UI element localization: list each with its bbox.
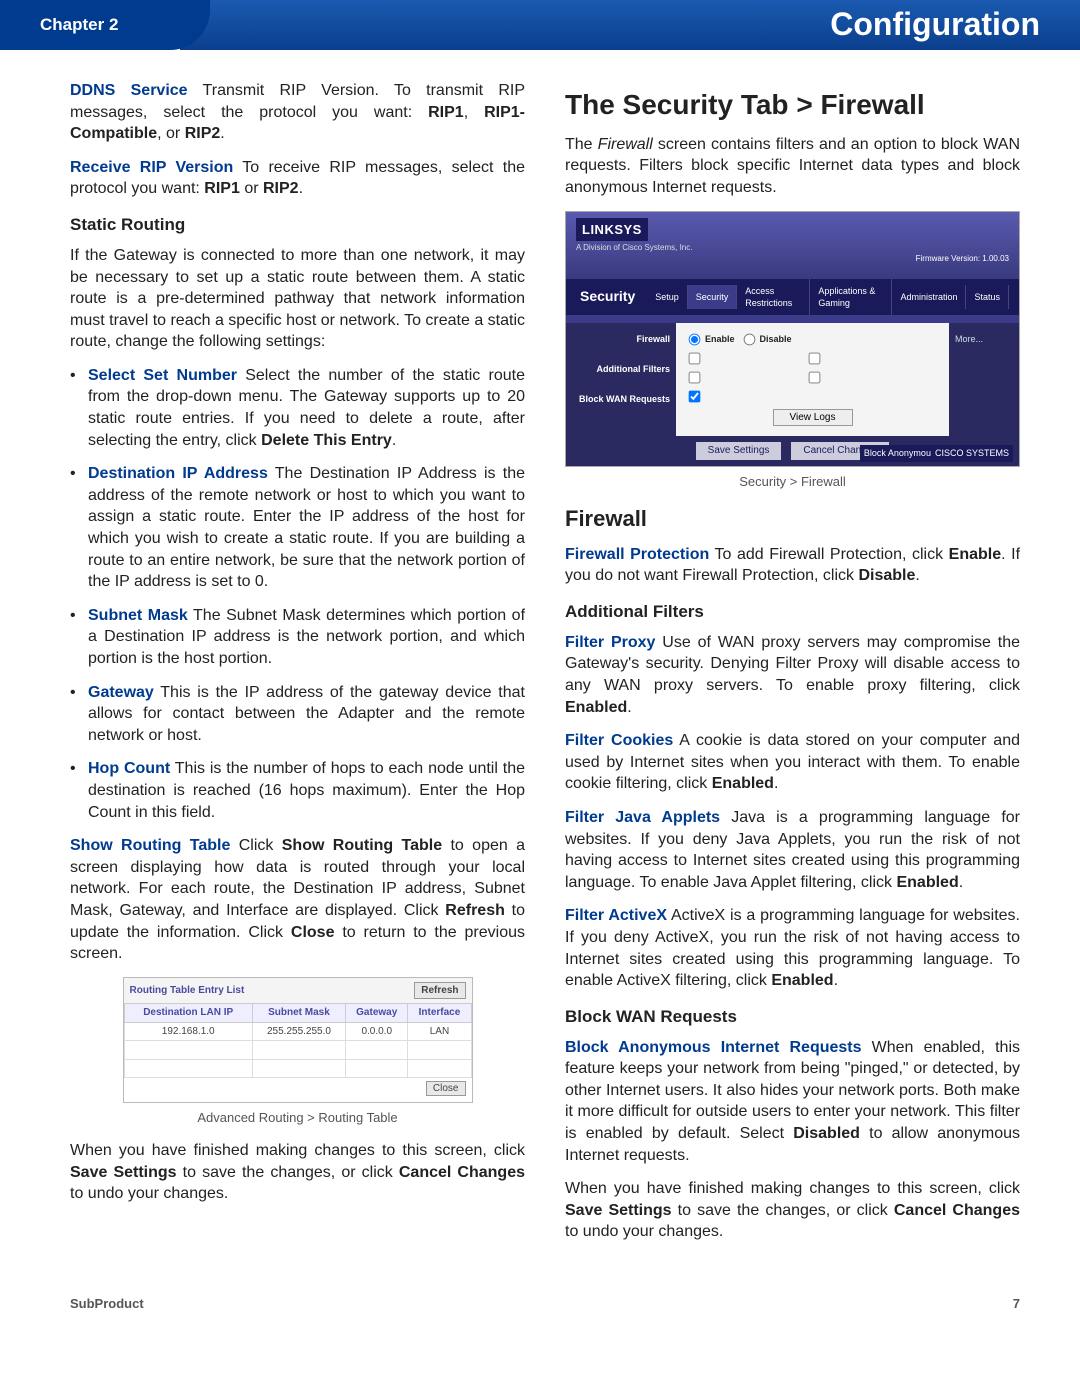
security-figure: LINKSYS A Division of Cisco Systems, Inc…: [565, 211, 1020, 467]
finish-paragraph: When you have finished making changes to…: [70, 1140, 525, 1205]
firewall-heading: Firewall: [565, 504, 1020, 534]
check-filter-cookies[interactable]: Filter Cookies: [808, 352, 920, 365]
filter-cookies-paragraph: Filter Cookies A cookie is data stored o…: [565, 730, 1020, 795]
security-caption: Security > Firewall: [565, 473, 1020, 491]
page-footer: SubProduct 7: [0, 1275, 1080, 1343]
section-heading: The Security Tab > Firewall: [565, 86, 1020, 124]
filter-proxy-paragraph: Filter Proxy Use of WAN proxy servers ma…: [565, 632, 1020, 718]
check-filter-java[interactable]: Filter Java Applets: [688, 371, 800, 384]
page-header: Chapter 2 Configuration: [0, 0, 1080, 50]
routing-table: Destination LAN IP Subnet Mask Gateway I…: [124, 1003, 472, 1078]
static-routing-paragraph: If the Gateway is connected to more than…: [70, 245, 525, 353]
linksys-logo: LINKSYS: [576, 218, 648, 242]
table-row: 192.168.1.0 255.255.255.0 0.0.0.0 LAN: [124, 1022, 471, 1041]
chapter-label: Chapter 2: [0, 0, 210, 50]
view-logs-button[interactable]: View Logs: [773, 409, 853, 426]
left-column: DDNS Service Transmit RIP Version. To tr…: [70, 80, 525, 1255]
save-settings-button[interactable]: Save Settings: [696, 442, 782, 460]
tab-access-restrictions[interactable]: Access Restrictions: [737, 279, 810, 315]
filter-activex-paragraph: Filter ActiveX ActiveX is a programming …: [565, 905, 1020, 991]
page-title: Configuration: [180, 0, 1080, 50]
routing-table-figure: Routing Table Entry List Refresh Destina…: [123, 977, 473, 1103]
term-ddns: DDNS Service: [70, 82, 188, 99]
list-item: Hop Count This is the number of hops to …: [88, 758, 525, 823]
close-button[interactable]: Close: [426, 1081, 466, 1096]
firewall-protection-paragraph: Firewall Protection To add Firewall Prot…: [565, 544, 1020, 587]
list-item: Destination IP Address The Destination I…: [88, 463, 525, 593]
firmware-version: Firmware Version: 1.00.03: [576, 254, 1009, 265]
check-filter-proxy[interactable]: Filter Proxy: [688, 352, 800, 365]
list-item: Gateway This is the IP address of the ga…: [88, 682, 525, 747]
cisco-logo: CISCO SYSTEMS: [931, 445, 1013, 461]
radio-enable[interactable]: Enable: [688, 333, 735, 346]
page-body: DDNS Service Transmit RIP Version. To tr…: [0, 80, 1080, 1275]
logo-subtitle: A Division of Cisco Systems, Inc.: [576, 243, 1009, 254]
static-routing-heading: Static Routing: [70, 214, 525, 237]
tab-applications[interactable]: Applications & Gaming: [810, 279, 892, 315]
static-route-list: Select Set Number Select the number of t…: [70, 365, 525, 823]
check-filter-activex[interactable]: Filter ActiveX: [808, 371, 920, 384]
tab-status[interactable]: Status: [966, 285, 1009, 309]
routing-table-title: Routing Table Entry List: [130, 984, 245, 998]
show-routing-table-paragraph: Show Routing Table Click Show Routing Ta…: [70, 835, 525, 965]
finish-paragraph-right: When you have finished making changes to…: [565, 1178, 1020, 1243]
list-item: Subnet Mask The Subnet Mask determines w…: [88, 605, 525, 670]
term-receive-rip: Receive RIP Version: [70, 159, 233, 176]
footer-right: 7: [1013, 1295, 1020, 1313]
side-label-additional-filters: Additional Filters: [572, 363, 670, 375]
footer-left: SubProduct: [70, 1295, 144, 1313]
tab-administration[interactable]: Administration: [892, 285, 966, 309]
block-anonymous-paragraph: Block Anonymous Internet Requests When e…: [565, 1037, 1020, 1167]
receive-rip-paragraph: Receive RIP Version To receive RIP messa…: [70, 157, 525, 200]
side-label-block-wan: Block WAN Requests: [572, 393, 670, 405]
tab-setup[interactable]: Setup: [647, 285, 688, 309]
additional-filters-heading: Additional Filters: [565, 601, 1020, 624]
table-row: [124, 1041, 471, 1060]
check-block-anonymous[interactable]: Block Anonymous Internet Requests: [688, 390, 937, 403]
col-header: Subnet Mask: [252, 1004, 345, 1023]
routing-table-caption: Advanced Routing > Routing Table: [70, 1109, 525, 1127]
right-column: The Security Tab > Firewall The Firewall…: [565, 80, 1020, 1255]
block-wan-heading: Block WAN Requests: [565, 1006, 1020, 1029]
col-header: Gateway: [346, 1004, 408, 1023]
table-row: [124, 1059, 471, 1078]
ddns-paragraph: DDNS Service Transmit RIP Version. To tr…: [70, 80, 525, 145]
tab-security[interactable]: Security: [688, 285, 738, 309]
col-header: Interface: [408, 1004, 471, 1023]
security-label: Security: [576, 279, 647, 314]
more-link[interactable]: More...: [955, 333, 1013, 345]
list-item: Select Set Number Select the number of t…: [88, 365, 525, 451]
radio-disable[interactable]: Disable: [743, 333, 792, 346]
side-label-firewall: Firewall: [572, 333, 670, 345]
filter-java-paragraph: Filter Java Applets Java is a programmin…: [565, 807, 1020, 893]
refresh-button[interactable]: Refresh: [414, 982, 465, 1000]
firewall-intro: The Firewall screen contains filters and…: [565, 134, 1020, 199]
col-header: Destination LAN IP: [124, 1004, 252, 1023]
main-nav: Security Setup Security Access Restricti…: [566, 279, 1019, 315]
